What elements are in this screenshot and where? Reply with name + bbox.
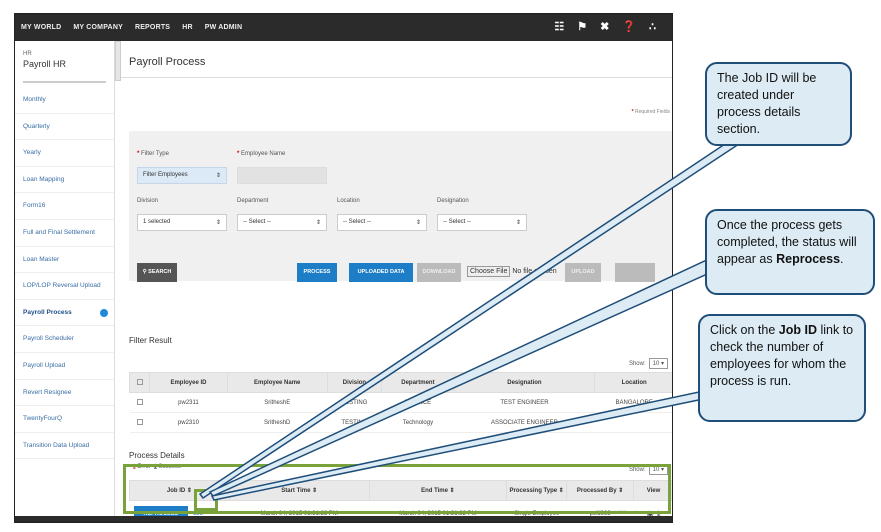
filter-result-table: Employee ID Employee Name Division Depar…	[129, 372, 672, 433]
filter-result-show: Show: 10 ▾	[629, 358, 668, 369]
sidebar-item-payroll-upload[interactable]: Payroll Upload	[15, 353, 114, 380]
extra-button[interactable]	[615, 263, 655, 282]
page-title: Payroll Process	[129, 56, 206, 68]
employee-name-label: * Employee Name	[237, 151, 286, 157]
nav-hr[interactable]: HR	[176, 24, 199, 31]
chevron-down-icon: ⇕	[515, 220, 521, 226]
sidebar-item-payroll-process[interactable]: Payroll Process	[15, 300, 114, 327]
sidebar-item-monthly[interactable]: Monthly	[15, 87, 114, 114]
division-label: Division	[137, 198, 159, 204]
sidebar-item-revert-resignee[interactable]: Revert Resignee	[15, 380, 114, 407]
search-icon: ⚲	[142, 269, 147, 275]
nav-my-company[interactable]: MY COMPANY	[67, 24, 129, 31]
select-all-checkbox	[136, 378, 143, 385]
main-content: Payroll Process * Required Fields * Filt…	[121, 41, 672, 522]
flag-icon[interactable]: ⚑	[577, 20, 587, 33]
department-label: Department	[237, 198, 269, 204]
no-file-text: No file chosen	[512, 268, 557, 275]
col-employee-name[interactable]: Employee Name	[226, 372, 328, 393]
row-checkbox	[136, 418, 143, 425]
nav-my-world[interactable]: MY WORLD	[15, 24, 67, 31]
sidebar-item-loan-mapping[interactable]: Loan Mapping	[15, 167, 114, 194]
chevron-down-icon: ⇕	[215, 220, 221, 226]
process-details-title: Process Details	[129, 451, 185, 460]
col-division[interactable]: Division	[326, 372, 383, 393]
sidebar-item-yearly[interactable]: Yearly	[15, 140, 114, 167]
select-all-header[interactable]	[129, 372, 150, 393]
upload-button[interactable]: UPLOAD	[565, 263, 601, 282]
nav-pw-admin[interactable]: PW ADMIN	[199, 24, 249, 31]
chevron-down-icon: ⇕	[315, 220, 321, 226]
filter-result-title: Filter Result	[129, 336, 172, 345]
file-chooser[interactable]: Choose File No file chosen	[467, 266, 557, 277]
sidebar-item-payroll-scheduler[interactable]: Payroll Scheduler	[15, 326, 114, 353]
job-id-highlight	[194, 489, 218, 511]
table-row: pw2311 SritheshE TESTING FINANCE TEST EN…	[129, 392, 672, 413]
callout-job-id-created: The Job ID will be created under process…	[705, 62, 852, 146]
col-employee-id[interactable]: Employee ID	[149, 372, 228, 393]
sidebar-title: Payroll HR	[23, 59, 67, 69]
designation-label: Designation	[437, 198, 469, 204]
app-window: MY WORLD MY COMPANY REPORTS HR PW ADMIN …	[14, 13, 673, 523]
sidebar-item-lop-reversal-upload[interactable]: LOP/LOP Reversal Upload	[15, 273, 114, 300]
download-button[interactable]: DOWNLOAD	[417, 263, 461, 282]
active-indicator-icon	[100, 308, 108, 317]
sidebar-item-transition-data-upload[interactable]: Transition Data Upload	[15, 433, 114, 460]
col-department[interactable]: Department	[381, 372, 455, 393]
callout-reprocess-status: Once the process gets completed, the sta…	[705, 209, 875, 295]
top-nav: MY WORLD MY COMPANY REPORTS HR PW ADMIN …	[15, 14, 672, 41]
sidebar-item-full-final-settlement[interactable]: Full and Final Settlement	[15, 220, 114, 247]
filter-type-select[interactable]: Filter Employees ⇕	[137, 167, 227, 184]
sidebar-item-loan-master[interactable]: Loan Master	[15, 247, 114, 274]
callout-job-id-link: Click on the Job ID link to check the nu…	[698, 314, 866, 422]
process-button[interactable]: PROCESS	[297, 263, 337, 282]
sidebar-item-label: Payroll Process	[23, 308, 72, 316]
sidebar: HR Payroll HR Monthly Quarterly Yearly L…	[15, 41, 115, 522]
row-checkbox	[136, 398, 143, 405]
uploaded-data-button[interactable]: UPLOADED DATA	[349, 263, 413, 282]
nav-icons: ☷ ⚑ ✖ ❓ ∴	[554, 20, 656, 33]
required-note: * Required Fields	[631, 109, 670, 115]
book-icon[interactable]: ☷	[554, 20, 564, 33]
footer-bar	[15, 516, 672, 522]
nav-reports[interactable]: REPORTS	[129, 24, 176, 31]
chevron-down-icon: ⇕	[215, 173, 221, 179]
division-select[interactable]: 1 selected ⇕	[137, 214, 227, 231]
page-size-select[interactable]: 10 ▾	[648, 358, 668, 369]
search-button[interactable]: ⚲ SEARCH	[137, 263, 177, 282]
department-select[interactable]: -- Select -- ⇕	[237, 214, 327, 231]
designation-select[interactable]: -- Select -- ⇕	[437, 214, 527, 231]
help-icon[interactable]: ❓	[622, 20, 636, 33]
sidebar-item-form16[interactable]: Form16	[15, 193, 114, 220]
sidebar-divider	[23, 81, 106, 83]
location-select[interactable]: -- Select -- ⇕	[337, 214, 427, 231]
col-designation[interactable]: Designation	[453, 372, 596, 393]
location-label: Location	[337, 198, 360, 204]
chevron-down-icon: ⇕	[415, 220, 421, 226]
filter-type-label: * Filter Type	[137, 151, 169, 157]
choose-file-button[interactable]: Choose File	[467, 266, 511, 277]
employee-name-field[interactable]	[237, 167, 327, 184]
share-icon[interactable]: ∴	[649, 20, 656, 33]
table-row: pw2310 SritheshD TESTING Technology ASSO…	[129, 412, 672, 433]
sidebar-item-quarterly[interactable]: Quarterly	[15, 114, 114, 141]
tools-icon[interactable]: ✖	[600, 20, 609, 33]
title-divider	[121, 77, 672, 78]
sidebar-item-twentyfourq[interactable]: TwentyFourQ	[15, 406, 114, 433]
filter-panel: * Filter Type Filter Employees ⇕ * Employ…	[129, 131, 672, 282]
col-location[interactable]: Location	[594, 372, 672, 393]
sidebar-section: HR	[23, 51, 32, 57]
